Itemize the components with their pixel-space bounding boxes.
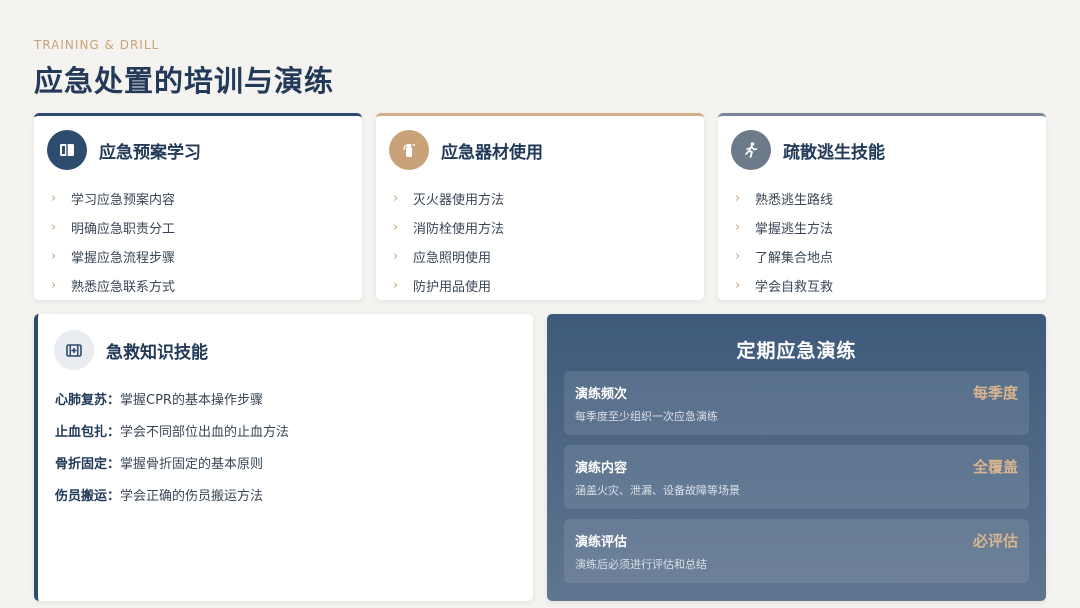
page-title: 应急处置的培训与演练 bbox=[34, 64, 335, 98]
first-aid-kit-icon bbox=[54, 330, 94, 370]
list-item: › 熟悉逃生路线 bbox=[735, 191, 834, 208]
drill-badge: 每季度 bbox=[972, 384, 1018, 402]
running-person-icon bbox=[731, 130, 771, 170]
card-title: 应急预案学习 bbox=[99, 142, 201, 163]
chevron-right-icon: › bbox=[735, 191, 741, 206]
chevron-right-icon: › bbox=[51, 278, 57, 293]
card-title: 应急器材使用 bbox=[441, 142, 543, 163]
card-first-aid: 急救知识技能 心肺复苏：掌握CPR的基本操作步骤 止血包扎：学会不同部位出血的止… bbox=[34, 314, 533, 601]
chevron-right-icon: › bbox=[51, 191, 57, 206]
card-equipment-use: 应急器材使用 › 灭火器使用方法 › 消防栓使用方法 › 应急照明使用 › 防护用品使用 bbox=[376, 113, 704, 300]
first-aid-row: 伤员搬运：学会正确的伤员搬运方法 bbox=[55, 489, 264, 504]
list-item: › 掌握逃生方法 bbox=[735, 220, 834, 237]
fire-extinguisher-icon bbox=[389, 130, 429, 170]
drill-panel: 定期应急演练 演练频次 每季度至少组织一次应急演练 每季度 演练内容 涵盖火灾、… bbox=[547, 314, 1046, 601]
first-aid-row: 心肺复苏：掌握CPR的基本操作步骤 bbox=[55, 393, 263, 408]
list-item: › 了解集合地点 bbox=[735, 249, 834, 266]
chevron-right-icon: › bbox=[51, 220, 57, 235]
list-item: › 灭火器使用方法 bbox=[393, 191, 505, 208]
chevron-right-icon: › bbox=[393, 191, 399, 206]
chevron-right-icon: › bbox=[735, 278, 741, 293]
drill-badge: 必评估 bbox=[972, 532, 1018, 550]
list-item: › 学会自救互救 bbox=[735, 278, 834, 295]
chevron-right-icon: › bbox=[393, 249, 399, 264]
card-evacuation-skills: 疏散逃生技能 › 熟悉逃生路线 › 掌握逃生方法 › 了解集合地点 › 学会自救互救 bbox=[718, 113, 1046, 300]
first-aid-row: 骨折固定：掌握骨折固定的基本原则 bbox=[55, 457, 264, 472]
chevron-right-icon: › bbox=[735, 220, 741, 235]
card-emergency-plan: 应急预案学习 › 学习应急预案内容 › 明确应急职责分工 › 掌握应急流程步骤 › 熟悉… bbox=[34, 113, 362, 300]
eyebrow-label: TRAINING & DRILL bbox=[34, 38, 160, 52]
list-item: › 明确应急职责分工 bbox=[51, 220, 176, 237]
chevron-right-icon: › bbox=[393, 278, 399, 293]
drill-item: 演练频次 每季度至少组织一次应急演练 每季度 bbox=[564, 371, 1029, 435]
list-item: › 掌握应急流程步骤 bbox=[51, 249, 176, 266]
drill-item: 演练评估 演练后必须进行评估和总结 必评估 bbox=[564, 519, 1029, 583]
card-title: 急救知识技能 bbox=[106, 342, 208, 363]
drill-item: 演练内容 涵盖火灾、泄漏、设备故障等场景 全覆盖 bbox=[564, 445, 1029, 509]
drill-title: 定期应急演练 bbox=[736, 340, 857, 362]
first-aid-row: 止血包扎：学会不同部位出血的止血方法 bbox=[55, 425, 290, 440]
book-icon bbox=[47, 130, 87, 170]
drill-badge: 全覆盖 bbox=[972, 458, 1018, 476]
list-item: › 防护用品使用 bbox=[393, 278, 492, 295]
list-item: › 学习应急预案内容 bbox=[51, 191, 176, 208]
chevron-right-icon: › bbox=[393, 220, 399, 235]
chevron-right-icon: › bbox=[735, 249, 741, 264]
card-title: 疏散逃生技能 bbox=[783, 142, 885, 163]
list-item: › 应急照明使用 bbox=[393, 249, 492, 266]
chevron-right-icon: › bbox=[51, 249, 57, 264]
list-item: › 熟悉应急联系方式 bbox=[51, 278, 176, 295]
list-item: › 消防栓使用方法 bbox=[393, 220, 505, 237]
